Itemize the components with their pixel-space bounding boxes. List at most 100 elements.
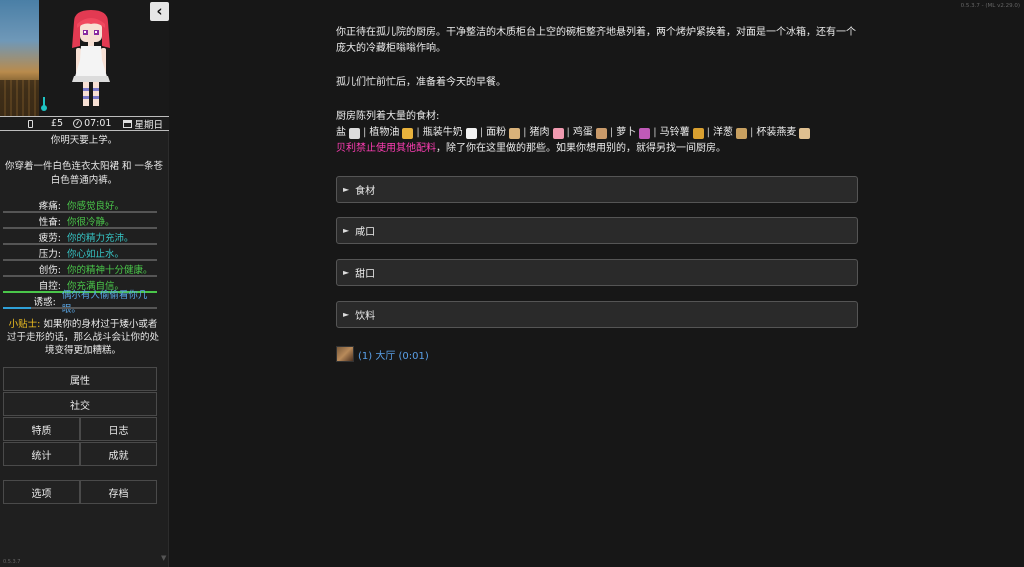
attributes-button[interactable]: 属性 (3, 367, 157, 391)
ingredient-name: 杯装燕麦 (756, 127, 797, 138)
stat-fatigue: 疲劳: 你的精力充沛。 (3, 229, 157, 245)
section-label: 咸口 (355, 227, 376, 238)
stat-label: 创伤: (38, 265, 61, 276)
pork-icon (552, 127, 564, 139)
section-savory[interactable]: ► 咸口 (336, 217, 858, 244)
separator: | (416, 127, 420, 138)
separator: | (653, 127, 657, 138)
traits-button[interactable]: 特质 (3, 417, 80, 441)
status-bar: £5 07:01 星期日 (0, 116, 169, 131)
milk-bottle-icon (465, 127, 477, 139)
stat-pain: 疼痛: 你感觉良好。 (3, 197, 157, 213)
bailey-warning-highlight: 贝利禁止使用其他配料 (336, 143, 436, 154)
onion-icon (736, 127, 747, 139)
school-notice: 你明天要上学。 (50, 135, 118, 146)
egg-icon (595, 127, 607, 139)
section-ingredients[interactable]: ► 食材 (336, 176, 858, 203)
warning-rest-text: ，除了你在这里做的那些。如果你想用别的，就得另找一间厨房。 (436, 143, 726, 154)
background-scene-image (0, 0, 39, 116)
ingredient-item: | 瓶装牛奶 (413, 125, 477, 141)
hall-link[interactable]: (1) 大厅 (0:01) (336, 346, 429, 362)
stat-arousal: 性奋: 你很冷静。 (3, 213, 157, 229)
oil-bottle-icon (402, 127, 414, 139)
section-label: 食材 (355, 186, 376, 197)
flour-bag-icon (509, 127, 521, 139)
ingredient-warning: 贝利禁止使用其他配料，除了你在这里做的那些。如果你想用别的，就得另找一间厨房。 (336, 141, 862, 157)
ingredient-item: | 杯装燕麦 (747, 125, 811, 141)
portrait-area: ‹ (0, 0, 169, 116)
stat-stress: 压力: 你心如止水。 (3, 245, 157, 261)
options-button[interactable]: 选项 (3, 480, 80, 504)
tip-label: 小贴士: (8, 319, 41, 330)
stat-value: 你的精神十分健康。 (67, 265, 153, 276)
section-sweet[interactable]: ► 甜口 (336, 259, 858, 286)
section-drinks[interactable]: ► 饮料 (336, 301, 858, 328)
stats-panel: 疼痛: 你感觉良好。 性奋: 你很冷静。 疲劳: 你的精力充沛。 压力: 你心如… (3, 197, 157, 315)
ingredient-item: | 猪肉 (520, 125, 564, 141)
journal-button[interactable]: 日志 (80, 417, 157, 441)
separator: | (566, 127, 570, 138)
ingredient-item: | 马铃薯 (650, 125, 704, 141)
separator: | (750, 127, 754, 138)
ingredient-name: 盐 (336, 127, 346, 138)
stat-label: 性奋: (38, 217, 61, 228)
hall-link-text: (1) 大厅 (0:01) (358, 350, 429, 362)
stat-allure: 诱惑: 偶尔有人偷偷看你几眼。 (3, 290, 157, 315)
section-label: 甜口 (355, 269, 376, 280)
stat-value: 你的精力充沛。 (67, 233, 134, 244)
calendar-icon (123, 119, 133, 128)
oats-icon (799, 127, 811, 139)
main-passage: 0.5.3.7 - (ML v2.29.0) 你正待在孤儿院的厨房。干净整洁的木… (170, 0, 1024, 567)
money-display: £5 (51, 118, 64, 129)
stat-value: 你很冷静。 (67, 217, 115, 228)
achievements-button[interactable]: 成就 (80, 442, 157, 466)
separator: | (363, 127, 367, 138)
ingredient-name: 马铃薯 (659, 127, 690, 138)
stat-value: 偶尔有人偷偷看你几眼。 (61, 290, 148, 315)
day-text: 星期日 (134, 119, 163, 131)
ingredients-intro: 厨房陈列着大量的食材: (336, 111, 440, 122)
collapsed-arrow-icon: ► (343, 226, 350, 235)
ingredient-item: | 鸡蛋 (564, 125, 607, 141)
separator: | (479, 127, 484, 138)
version-text: 0.5.3.7 - (ML v2.29.0) (960, 3, 1020, 9)
separator: | (706, 127, 710, 138)
ingredient-item: 盐 (336, 125, 360, 141)
thermometer-icon (41, 97, 47, 111)
ingredient-item: | 萝卜 (607, 125, 651, 141)
social-button[interactable]: 社交 (3, 392, 157, 416)
sidebar-version-text: 0.5.3.7 (3, 559, 21, 565)
stat-label: 疼痛: (38, 201, 61, 212)
tip-box: 小贴士: 如果你的身材过于矮小或者过于走形的话，那么战斗会让你的处境变得更加糟糕… (4, 318, 162, 357)
ingredient-item: | 面粉 (477, 125, 521, 141)
clothing-description: 你穿着一件白色连衣太阳裙 和 一条苍白色普通内裤。 (4, 161, 164, 186)
hall-thumbnail-icon (336, 346, 354, 362)
stat-label: 自控: (38, 281, 61, 292)
stat-bar (3, 307, 157, 309)
stat-trauma: 创伤: 你的精神十分健康。 (3, 261, 157, 277)
time-display: 07:01 (73, 118, 111, 129)
character-portrait (72, 10, 110, 111)
stat-value: 你心如止水。 (67, 249, 125, 260)
day-display: 星期日 (123, 117, 163, 131)
separator: | (609, 127, 614, 138)
statistics-button[interactable]: 统计 (3, 442, 80, 466)
collapsed-arrow-icon: ► (343, 268, 350, 277)
potato-icon (692, 127, 704, 139)
stat-label: 疲劳: (38, 233, 61, 244)
time-text: 07:01 (84, 118, 112, 129)
stat-label: 压力: (38, 249, 61, 260)
radish-icon (639, 127, 651, 139)
phone-icon[interactable] (28, 119, 33, 128)
separator: | (523, 127, 527, 138)
ingredient-list: 盐 | 植物油 | 瓶装牛奶 | 面粉 | 猪肉 | 鸡蛋 | 萝卜 | 马铃薯 | 洋葱 | 杯装燕麦 (336, 125, 862, 141)
saves-button[interactable]: 存档 (80, 480, 157, 504)
collapse-sidebar-button[interactable]: ‹ (150, 2, 169, 21)
ingredient-name: 植物油 (369, 127, 400, 138)
ingredient-name: 面粉 (486, 127, 507, 138)
ingredient-item: | 植物油 (360, 125, 414, 141)
orphans-description: 孤儿们忙前忙后，准备着今天的早餐。 (336, 77, 506, 88)
collapsed-arrow-icon: ► (343, 310, 350, 319)
scroll-down-arrow-icon[interactable]: ▼ (161, 554, 167, 562)
stat-value: 你感觉良好。 (67, 201, 125, 212)
